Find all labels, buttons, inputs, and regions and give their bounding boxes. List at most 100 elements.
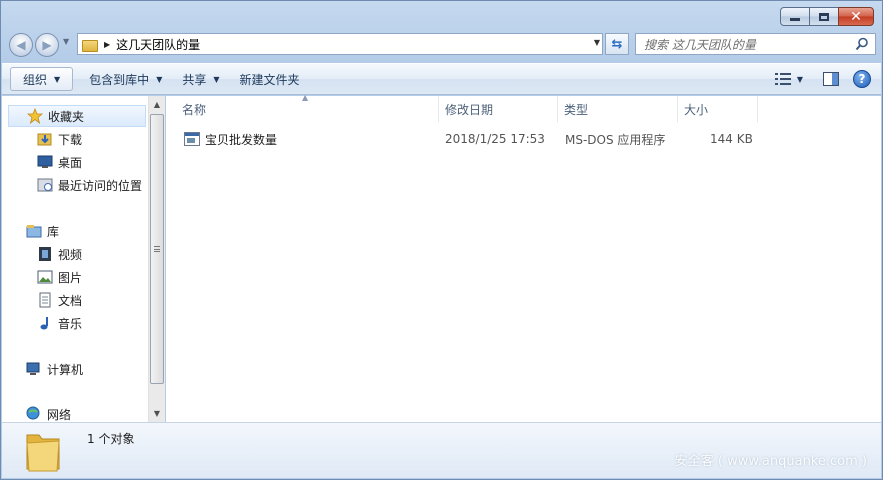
recent-pages-dropdown[interactable]: ▼ [63, 37, 69, 46]
folder-icon [82, 38, 98, 52]
chevron-down-icon: ▼ [156, 74, 163, 84]
explorer-window: ✕ ◀ ▶ ▼ ▶ 这几天团队的量 ▼ ⇆ 搜索 这几天团队的量 组织 ▼ 包含… [0, 0, 883, 480]
nav-desktop-label: 桌面 [58, 155, 83, 170]
column-size-label: 大小 [684, 102, 709, 117]
details-view-icon [774, 73, 791, 85]
watermark: 安全客 ( www.anquanke.com ) [674, 454, 867, 469]
command-bar-right: ▼ ? [769, 68, 871, 90]
file-name: 宝贝批发数量 [205, 132, 278, 147]
nav-libraries[interactable]: 库 [26, 220, 59, 242]
column-type-label: 类型 [564, 102, 589, 117]
column-header-date[interactable]: 修改日期 [439, 96, 558, 122]
file-date: 2018/1/25 17:53 [445, 132, 545, 146]
breadcrumb-chevron-icon[interactable]: ▶ [104, 40, 110, 49]
include-in-library-button[interactable]: 包含到库中 ▼ [79, 67, 172, 91]
minimize-button[interactable] [780, 7, 810, 26]
file-type: MS-DOS 应用程序 [565, 132, 666, 147]
search-input[interactable]: 搜索 这几天团队的量 [635, 33, 876, 55]
search-placeholder: 搜索 这几天团队的量 [644, 37, 756, 52]
music-icon [40, 317, 48, 330]
network-icon [26, 406, 40, 420]
nav-computer[interactable]: 计算机 [26, 358, 83, 380]
refresh-button[interactable]: ⇆ [605, 33, 629, 55]
nav-libraries-label: 库 [47, 224, 60, 239]
share-label: 共享 [182, 72, 207, 87]
close-icon: ✕ [850, 8, 862, 25]
nav-favorites-label: 收藏夹 [48, 109, 85, 124]
nav-pictures[interactable]: 图片 [37, 266, 82, 288]
nav-network-label: 网络 [47, 407, 72, 422]
nav-desktop[interactable]: 桌面 [37, 151, 82, 173]
documents-icon [39, 292, 51, 308]
organize-button[interactable]: 组织 ▼ [10, 67, 74, 91]
column-name-label: 名称 [182, 102, 207, 117]
video-icon [39, 247, 51, 261]
column-header-type[interactable]: 类型 [558, 96, 678, 122]
preview-pane-button[interactable] [817, 68, 845, 90]
new-folder-button[interactable]: 新建文件夹 [230, 67, 310, 91]
forward-arrow-icon: ▶ [42, 38, 52, 52]
scroll-up-icon[interactable]: ▲ [149, 96, 165, 113]
item-count: 1 个对象 [87, 432, 135, 446]
navigation-pane: 收藏夹 下载 桌面 最近访问的位置 库 视频 图片 文档 音乐 计算机 网络 [2, 96, 149, 422]
chevron-down-icon: ▼ [213, 74, 220, 84]
file-name-cell[interactable]: 宝贝批发数量 [184, 128, 277, 150]
breadcrumb-current-folder[interactable]: 这几天团队的量 [116, 36, 200, 53]
nav-videos-label: 视频 [58, 247, 83, 262]
scroll-thumb[interactable] [150, 114, 164, 384]
preview-pane-icon [823, 72, 839, 86]
nav-computer-label: 计算机 [47, 362, 84, 377]
application-icon [184, 132, 200, 146]
large-folder-icon [26, 434, 60, 472]
nav-pictures-label: 图片 [58, 270, 83, 285]
change-view-button[interactable] [769, 68, 797, 90]
help-button[interactable]: ? [853, 70, 871, 88]
address-row: ◀ ▶ ▼ ▶ 这几天团队的量 ▼ ⇆ 搜索 这几天团队的量 [7, 31, 876, 59]
maximize-icon [819, 12, 829, 21]
nav-favorites[interactable]: 收藏夹 [8, 105, 146, 127]
recent-places-icon [37, 178, 53, 192]
nav-downloads-label: 下载 [58, 132, 83, 147]
pictures-icon [37, 270, 53, 284]
share-button[interactable]: 共享 ▼ [172, 67, 229, 91]
organize-label: 组织 [23, 72, 48, 87]
maximize-button[interactable] [809, 7, 839, 26]
nav-videos[interactable]: 视频 [37, 243, 82, 265]
nav-downloads[interactable]: 下载 [37, 128, 82, 150]
search-icon[interactable] [855, 37, 869, 51]
minimize-icon [790, 18, 800, 21]
address-dropdown-icon[interactable]: ▼ [594, 38, 600, 47]
table-row[interactable]: 宝贝批发数量 2018/1/25 17:53 MS-DOS 应用程序 144 K… [178, 128, 778, 150]
chevron-down-icon: ▼ [54, 74, 61, 84]
view-options-dropdown[interactable]: ▼ [797, 75, 803, 84]
address-bar[interactable]: ▶ 这几天团队的量 ▼ [77, 33, 603, 55]
caption-buttons: ✕ [780, 7, 874, 26]
column-header-size[interactable]: 大小 [678, 96, 758, 122]
sort-ascending-icon: ▲ [302, 93, 309, 102]
back-arrow-icon: ◀ [16, 38, 26, 52]
close-button[interactable]: ✕ [838, 7, 874, 26]
new-folder-label: 新建文件夹 [239, 72, 300, 87]
nav-documents[interactable]: 文档 [37, 289, 82, 311]
nav-music[interactable]: 音乐 [37, 312, 82, 334]
forward-button[interactable]: ▶ [35, 33, 59, 57]
refresh-icon: ⇆ [611, 36, 623, 52]
library-icon [26, 225, 42, 238]
file-list: 名称 ▲ 修改日期 类型 大小 宝贝批发数量 2018/1/25 17:53 M… [166, 93, 881, 422]
scroll-down-icon[interactable]: ▼ [149, 405, 165, 422]
computer-icon [26, 362, 40, 375]
grip-icon [154, 246, 160, 252]
nav-pane-scrollbar[interactable]: ▲ ▼ [148, 96, 165, 422]
help-icon: ? [858, 72, 866, 86]
star-icon [27, 108, 43, 124]
nav-recent-places[interactable]: 最近访问的位置 [37, 174, 142, 196]
include-in-library-label: 包含到库中 [89, 72, 150, 87]
nav-network[interactable]: 网络 [26, 403, 71, 422]
back-button[interactable]: ◀ [9, 33, 33, 57]
desktop-icon [37, 155, 53, 168]
nav-music-label: 音乐 [58, 316, 83, 331]
nav-documents-label: 文档 [58, 293, 83, 308]
downloads-folder-icon [37, 133, 52, 146]
file-size: 144 KB [710, 132, 753, 146]
nav-recent-places-label: 最近访问的位置 [58, 178, 143, 193]
